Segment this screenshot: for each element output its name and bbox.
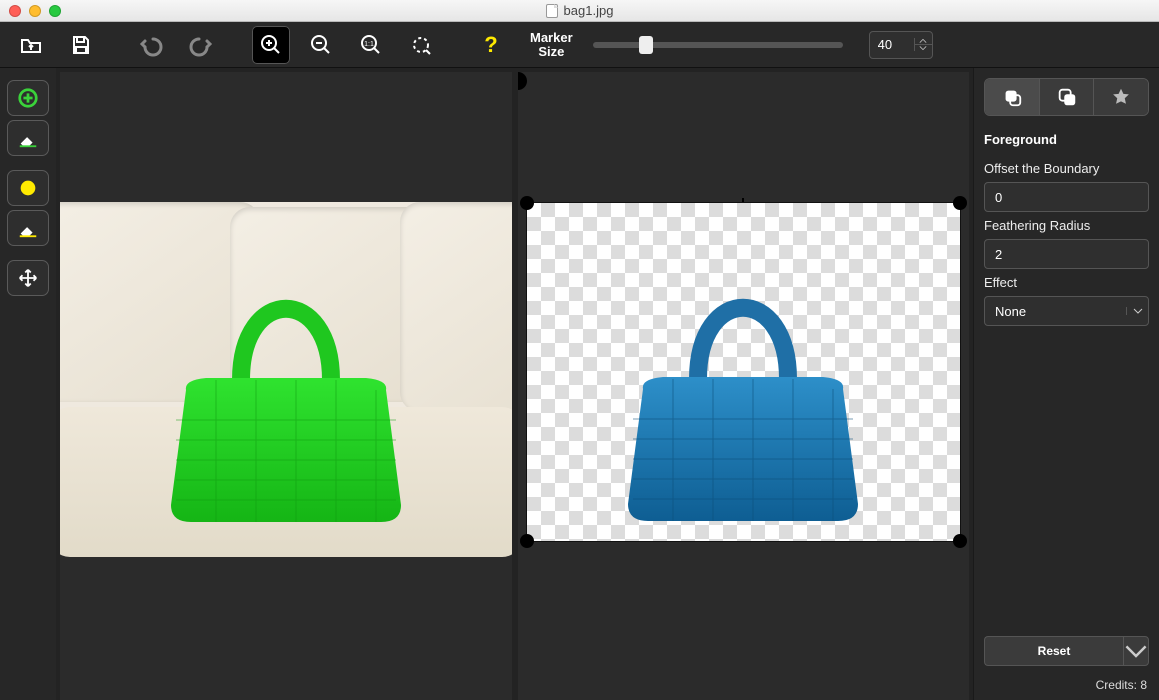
marker-size-spinner xyxy=(914,38,932,51)
feather-field xyxy=(984,239,1149,269)
effect-value: None xyxy=(985,304,1126,319)
window-title: bag1.jpg xyxy=(0,3,1159,18)
marker-size-label: Marker Size xyxy=(530,31,573,59)
effect-dropdown-toggle[interactable] xyxy=(1126,307,1148,315)
redo-button[interactable] xyxy=(182,26,220,64)
marker-size-step-up[interactable] xyxy=(915,38,932,45)
erase-background-tool[interactable] xyxy=(7,210,49,246)
file-icon xyxy=(546,4,558,18)
source-bag-overlay xyxy=(156,230,416,530)
open-file-button[interactable] xyxy=(12,26,50,64)
tab-foreground[interactable] xyxy=(985,79,1040,115)
app-body: Foreground Offset the Boundary Featherin… xyxy=(0,68,1159,700)
tab-favorites[interactable] xyxy=(1094,79,1148,115)
undo-button[interactable] xyxy=(132,26,170,64)
marker-size-slider[interactable] xyxy=(593,42,843,48)
minimize-window-button[interactable] xyxy=(29,5,41,17)
marker-size-step-down[interactable] xyxy=(915,45,932,51)
reset-row: Reset xyxy=(984,636,1149,666)
move-tool[interactable] xyxy=(7,260,49,296)
reset-button[interactable]: Reset xyxy=(984,636,1123,666)
offset-input[interactable] xyxy=(985,190,1159,205)
preview-canvas[interactable] xyxy=(526,202,962,542)
svg-text:1:1: 1:1 xyxy=(364,41,374,48)
window-titlebar: bag1.jpg xyxy=(0,0,1159,22)
feather-input[interactable] xyxy=(985,247,1159,262)
top-toolbar: 1:1 ? Marker Size xyxy=(0,22,1159,68)
effect-field[interactable]: None xyxy=(984,296,1149,326)
offset-field xyxy=(984,182,1149,212)
zoom-in-button[interactable] xyxy=(252,26,290,64)
marker-size-input[interactable] xyxy=(870,37,914,52)
source-panel[interactable] xyxy=(60,72,512,700)
crop-handle-bottom-left[interactable] xyxy=(520,534,534,548)
svg-text:?: ? xyxy=(484,33,497,57)
source-canvas[interactable] xyxy=(60,202,512,542)
zoom-fit-button[interactable] xyxy=(402,26,440,64)
reset-menu-toggle[interactable] xyxy=(1123,636,1149,666)
workspace xyxy=(56,68,973,700)
save-file-button[interactable] xyxy=(62,26,100,64)
section-title: Foreground xyxy=(984,132,1149,147)
feather-label: Feathering Radius xyxy=(984,218,1149,233)
credits-label: Credits: xyxy=(1096,678,1137,692)
preview-panel[interactable] xyxy=(518,72,970,700)
credits-value: 8 xyxy=(1140,678,1147,692)
crop-handle-bottom-right[interactable] xyxy=(953,534,967,548)
panel-tabs xyxy=(984,78,1149,116)
left-toolbar xyxy=(0,68,56,700)
cutout-bag xyxy=(613,229,873,529)
crop-handle-top-right[interactable] xyxy=(953,196,967,210)
help-button[interactable]: ? xyxy=(472,26,510,64)
crop-handle-top-left[interactable] xyxy=(520,196,534,210)
zoom-actual-size-button[interactable]: 1:1 xyxy=(352,26,390,64)
close-window-button[interactable] xyxy=(9,5,21,17)
mark-background-tool[interactable] xyxy=(7,170,49,206)
offset-label: Offset the Boundary xyxy=(984,161,1149,176)
marker-size-field xyxy=(869,31,933,59)
traffic-lights xyxy=(0,5,61,17)
credits-status: Credits: 8 xyxy=(984,674,1149,700)
crop-handle-top-extend[interactable] xyxy=(518,72,527,90)
erase-foreground-tool[interactable] xyxy=(7,120,49,156)
tab-background[interactable] xyxy=(1040,79,1095,115)
zoom-window-button[interactable] xyxy=(49,5,61,17)
settings-panel: Foreground Offset the Boundary Featherin… xyxy=(973,68,1159,700)
marker-size-slider-wrap xyxy=(593,42,843,48)
window-filename: bag1.jpg xyxy=(564,3,614,18)
zoom-out-button[interactable] xyxy=(302,26,340,64)
add-foreground-tool[interactable] xyxy=(7,80,49,116)
effect-label: Effect xyxy=(984,275,1149,290)
